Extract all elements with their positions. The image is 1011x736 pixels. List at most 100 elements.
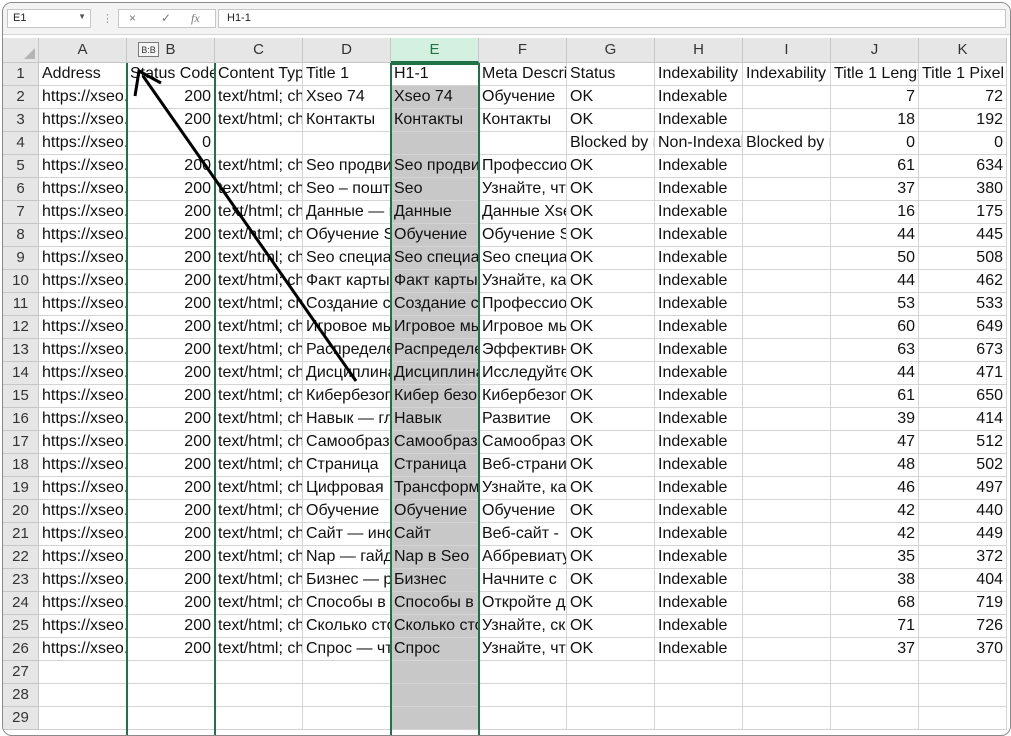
data-cell[interactable]: text/html; charset=utf-8 [215,431,303,454]
data-cell[interactable]: 200 [127,431,215,454]
data-cell[interactable] [919,707,1007,730]
data-cell[interactable]: text/html; charset=utf-8 [215,316,303,339]
data-cell[interactable]: https://xseo.in/ [39,638,127,661]
data-cell[interactable]: Развитие [479,408,567,431]
data-cell[interactable]: Seo продвижение [391,155,479,178]
data-cell[interactable]: Создание сайта [391,293,479,316]
data-cell[interactable]: 68 [831,592,919,615]
data-cell[interactable]: 726 [919,615,1007,638]
data-cell[interactable]: https://xseo.in/ [39,86,127,109]
row-header-17[interactable]: 17 [3,431,39,454]
data-cell[interactable]: Спрос — что [303,638,391,661]
column-header-a[interactable]: A [39,38,127,63]
data-cell[interactable]: 404 [919,569,1007,592]
data-cell[interactable]: 650 [919,385,1007,408]
data-cell[interactable] [39,707,127,730]
data-cell[interactable]: Эффективное [479,339,567,362]
column-header-j[interactable]: J [831,38,919,63]
data-cell[interactable]: OK [567,339,655,362]
data-cell[interactable]: OK [567,155,655,178]
row-header-29[interactable]: 29 [3,707,39,730]
data-cell[interactable]: Indexable [655,362,743,385]
data-cell[interactable]: OK [567,86,655,109]
data-cell[interactable]: Узнайте, что [479,178,567,201]
data-cell[interactable]: 649 [919,316,1007,339]
data-cell[interactable]: https://xseo.in/ [39,132,127,155]
data-cell[interactable]: Indexable [655,224,743,247]
data-cell[interactable]: https://xseo.in/ [39,385,127,408]
row-header-19[interactable]: 19 [3,477,39,500]
data-cell[interactable] [215,132,303,155]
data-cell[interactable]: Дисциплина [391,362,479,385]
data-cell[interactable]: 200 [127,638,215,661]
header-cell[interactable]: H1-1 [391,63,479,86]
data-cell[interactable]: text/html; charset=utf-8 [215,477,303,500]
row-header-9[interactable]: 9 [3,247,39,270]
data-cell[interactable]: 200 [127,569,215,592]
data-cell[interactable]: OK [567,431,655,454]
data-cell[interactable]: Узнайте, как [479,270,567,293]
row-header-1[interactable]: 1 [3,63,39,86]
data-cell[interactable]: 42 [831,523,919,546]
data-cell[interactable]: Seo продвижение [303,155,391,178]
data-cell[interactable]: Indexable [655,477,743,500]
data-cell[interactable] [743,500,831,523]
row-header-14[interactable]: 14 [3,362,39,385]
data-cell[interactable]: Контакты [303,109,391,132]
data-cell[interactable]: https://xseo.in/ [39,546,127,569]
data-cell[interactable] [127,661,215,684]
header-cell[interactable]: Content Type [215,63,303,86]
data-cell[interactable]: 445 [919,224,1007,247]
data-cell[interactable] [743,431,831,454]
data-cell[interactable]: 370 [919,638,1007,661]
data-cell[interactable]: 449 [919,523,1007,546]
data-cell[interactable]: Данные — новые [303,201,391,224]
data-cell[interactable]: Распределение [303,339,391,362]
data-cell[interactable] [303,132,391,155]
header-cell[interactable]: Address [39,63,127,86]
data-cell[interactable]: text/html; charset=utf-8 [215,247,303,270]
data-cell[interactable]: OK [567,638,655,661]
data-cell[interactable]: Indexable [655,316,743,339]
data-cell[interactable] [743,178,831,201]
data-cell[interactable]: 380 [919,178,1007,201]
row-header-6[interactable]: 6 [3,178,39,201]
data-cell[interactable]: 0 [831,132,919,155]
data-cell[interactable]: Распределение [391,339,479,362]
column-header-g[interactable]: G [567,38,655,63]
data-cell[interactable]: Indexable [655,270,743,293]
data-cell[interactable]: Обучение Seo [479,224,567,247]
data-cell[interactable]: 44 [831,224,919,247]
worksheet-grid[interactable]: A B C D E F G H I J K 1 Address Status Code Content Ty… [3,38,1010,735]
data-cell[interactable] [215,707,303,730]
data-cell[interactable]: Indexable [655,523,743,546]
column-header-h[interactable]: H [655,38,743,63]
data-cell[interactable]: 372 [919,546,1007,569]
data-cell[interactable]: text/html; charset=utf-8 [215,155,303,178]
data-cell[interactable]: OK [567,615,655,638]
data-cell[interactable] [919,661,1007,684]
data-cell[interactable]: 61 [831,385,919,408]
data-cell[interactable]: OK [567,270,655,293]
row-header-8[interactable]: 8 [3,224,39,247]
data-cell[interactable]: 200 [127,201,215,224]
data-cell[interactable]: 61 [831,155,919,178]
data-cell[interactable]: Seo специалист [479,247,567,270]
data-cell[interactable]: 200 [127,109,215,132]
data-cell[interactable]: 200 [127,454,215,477]
data-cell[interactable] [479,661,567,684]
row-header-2[interactable]: 2 [3,86,39,109]
data-cell[interactable]: 0 [127,132,215,155]
data-cell[interactable]: 200 [127,477,215,500]
data-cell[interactable]: Indexable [655,339,743,362]
data-cell[interactable] [655,661,743,684]
data-cell[interactable]: 502 [919,454,1007,477]
data-cell[interactable]: 512 [919,431,1007,454]
data-cell[interactable]: 200 [127,592,215,615]
data-cell[interactable]: text/html; charset=utf-8 [215,408,303,431]
data-cell[interactable]: Контакты [391,109,479,132]
data-cell[interactable]: Страница [391,454,479,477]
column-header-e[interactable]: E [391,38,479,63]
data-cell[interactable]: Сайт — инструмент [303,523,391,546]
data-cell[interactable]: https://xseo.in/ [39,362,127,385]
